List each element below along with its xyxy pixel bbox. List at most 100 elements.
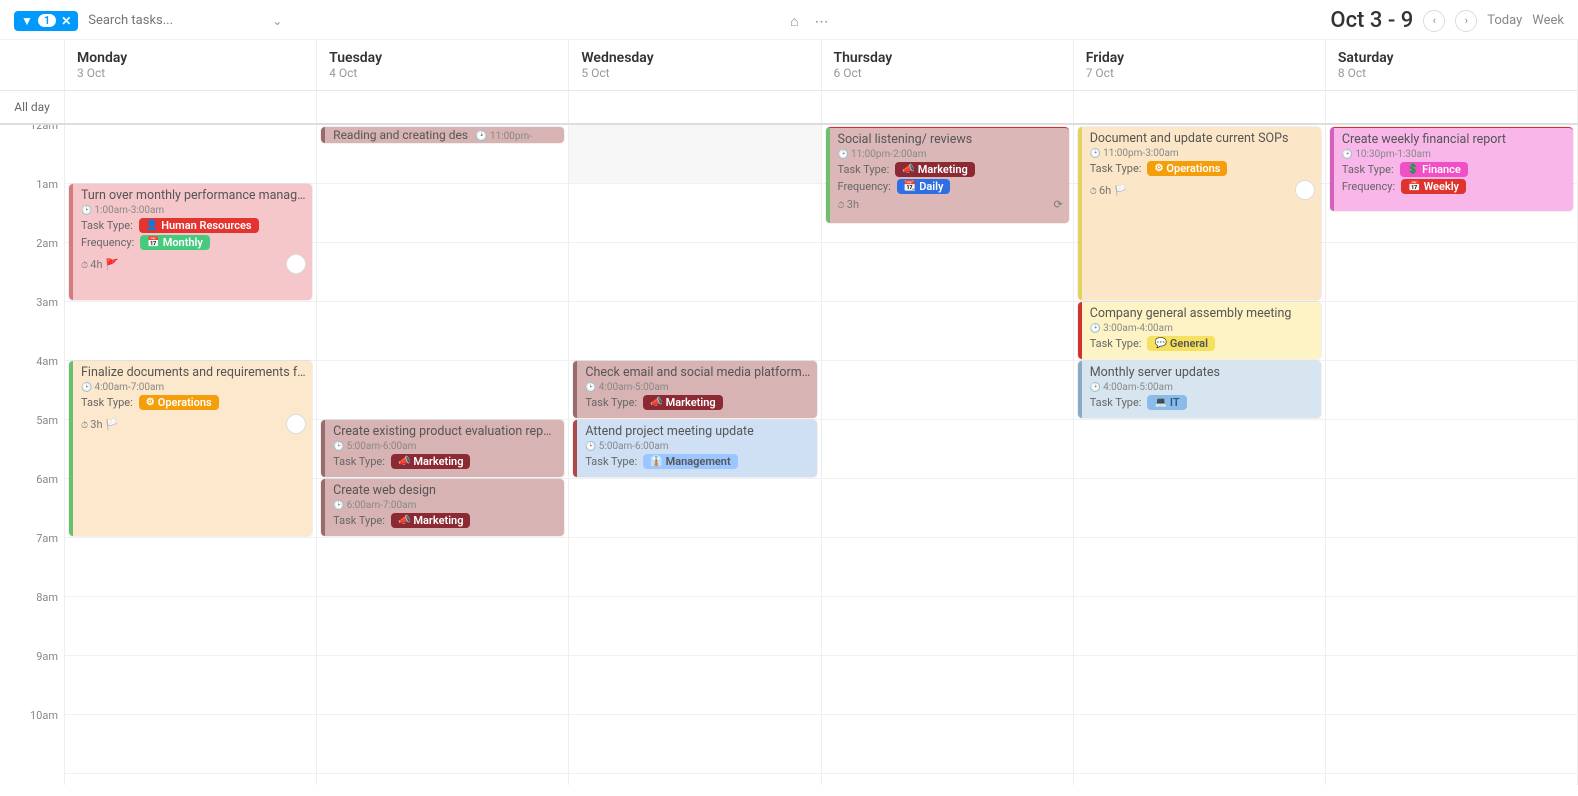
event-title: Monthly server updates bbox=[1090, 365, 1315, 380]
event-card[interactable]: Create weekly financial report 10:30pm-1… bbox=[1330, 127, 1573, 211]
event-time: 5:00am-6:00am bbox=[333, 441, 558, 452]
tag-general: 💬General bbox=[1147, 336, 1214, 351]
hour-label: 8am bbox=[36, 591, 58, 604]
event-card[interactable]: Attend project meeting update 5:00am-6:0… bbox=[573, 420, 816, 477]
tag-marketing: 📣Marketing bbox=[643, 395, 723, 410]
day-column-wednesday[interactable]: Check email and social media platforms u… bbox=[569, 125, 821, 785]
event-time: 1:00am-3:00am bbox=[81, 205, 306, 216]
event-card[interactable]: Turn over monthly performance management… bbox=[69, 184, 312, 300]
search-input[interactable] bbox=[88, 13, 268, 28]
recur-icon: ⟳ bbox=[1053, 198, 1062, 211]
allday-cell[interactable] bbox=[1074, 91, 1326, 123]
hour-label: 10am bbox=[30, 709, 58, 722]
allday-cell[interactable] bbox=[822, 91, 1074, 123]
event-card[interactable]: Check email and social media platforms u… bbox=[573, 361, 816, 418]
event-duration: 3h bbox=[838, 198, 860, 211]
day-of-week: Monday bbox=[77, 50, 304, 66]
day-column-monday[interactable]: Turn over monthly performance management… bbox=[65, 125, 317, 785]
event-card[interactable]: Create web design 6:00am-7:00am Task Typ… bbox=[321, 479, 564, 536]
event-time: 4:00am-5:00am bbox=[1090, 382, 1315, 393]
hour-label: 9am bbox=[36, 650, 58, 663]
event-title: Create web design bbox=[333, 483, 558, 498]
task-type-label: Task Type: bbox=[1342, 163, 1394, 176]
tag-finance: 💲Finance bbox=[1400, 162, 1468, 177]
top-right: Oct 3 - 9 ‹ › Today Week bbox=[1330, 8, 1564, 33]
event-time: 4:00am-5:00am bbox=[585, 382, 810, 393]
filter-chip[interactable]: ▼ 1 ✕ bbox=[14, 11, 78, 31]
more-icon[interactable]: ⋯ bbox=[815, 14, 829, 30]
tag-human-resources: 👤Human Resources bbox=[139, 218, 259, 233]
event-card[interactable]: Finalize documents and requirements for … bbox=[69, 361, 312, 536]
day-header[interactable]: Thursday6 Oct bbox=[822, 40, 1074, 90]
view-select[interactable]: Week bbox=[1532, 13, 1564, 28]
day-date: 3 Oct bbox=[77, 66, 304, 80]
avatar[interactable] bbox=[286, 254, 306, 274]
day-column-saturday[interactable]: Create weekly financial report 10:30pm-1… bbox=[1326, 125, 1578, 785]
task-type-label: Task Type: bbox=[81, 219, 133, 232]
task-type-label: Task Type: bbox=[585, 455, 637, 468]
funnel-icon: ▼ bbox=[21, 14, 33, 28]
task-type-label: Task Type: bbox=[81, 396, 133, 409]
allday-cell[interactable] bbox=[65, 91, 317, 123]
day-header[interactable]: Tuesday4 Oct bbox=[317, 40, 569, 90]
day-of-week: Tuesday bbox=[329, 50, 556, 66]
event-time: 4:00am-7:00am bbox=[81, 382, 306, 393]
event-card[interactable]: Social listening/ reviews 11:00pm-2:00am… bbox=[826, 127, 1069, 223]
event-duration: 4h bbox=[81, 258, 103, 271]
allday-cell[interactable] bbox=[569, 91, 821, 123]
day-of-week: Wednesday bbox=[581, 50, 808, 66]
hour-label: 3am bbox=[36, 296, 58, 309]
hour-label: 12am bbox=[30, 125, 58, 132]
day-date: 7 Oct bbox=[1086, 66, 1313, 80]
tag-operations: ⚙Operations bbox=[139, 395, 219, 410]
event-title: Company general assembly meeting bbox=[1090, 306, 1315, 321]
search-wrap: ⌄ bbox=[88, 13, 288, 28]
next-week-button[interactable]: › bbox=[1455, 10, 1477, 32]
day-header[interactable]: Friday7 Oct bbox=[1074, 40, 1326, 90]
chevron-down-icon[interactable]: ⌄ bbox=[272, 14, 282, 28]
tag-daily: 📆Daily bbox=[897, 179, 951, 194]
calendar-grid: Turn over monthly performance management… bbox=[65, 125, 1578, 785]
tag-marketing: 📣Marketing bbox=[895, 162, 975, 177]
avatar[interactable] bbox=[286, 414, 306, 434]
filter-count-badge: 1 bbox=[38, 14, 56, 27]
event-card[interactable]: Document and update current SOPs 11:00pm… bbox=[1078, 127, 1321, 300]
event-card[interactable]: Company general assembly meeting 3:00am-… bbox=[1078, 302, 1321, 359]
tag-marketing: 📣Marketing bbox=[391, 454, 471, 469]
day-date: 6 Oct bbox=[834, 66, 1061, 80]
allday-cell[interactable] bbox=[1326, 91, 1578, 123]
tag-it: 💻IT bbox=[1147, 395, 1186, 410]
event-time: 10:30pm-1:30am bbox=[1342, 149, 1567, 160]
task-type-label: Task Type: bbox=[333, 455, 385, 468]
allday-row: All day bbox=[0, 91, 1578, 125]
today-button[interactable]: Today bbox=[1487, 13, 1522, 28]
task-type-label: Task Type: bbox=[1090, 396, 1142, 409]
day-header-row: Monday3 Oct Tuesday4 Oct Wednesday5 Oct … bbox=[0, 40, 1578, 91]
event-card[interactable]: Create existing product evaluation repor… bbox=[321, 420, 564, 477]
allday-cell[interactable] bbox=[317, 91, 569, 123]
flag-icon: 🏳️ bbox=[105, 418, 119, 431]
day-column-thursday[interactable]: Social listening/ reviews 11:00pm-2:00am… bbox=[822, 125, 1074, 785]
day-date: 5 Oct bbox=[581, 66, 808, 80]
calendar-body: 12am 1am 2am 3am 4am 5am 6am 7am 8am 9am… bbox=[0, 125, 1578, 785]
home-icon[interactable]: ⌂ bbox=[790, 14, 798, 30]
close-icon[interactable]: ✕ bbox=[61, 14, 71, 28]
hour-label: 1am bbox=[36, 178, 58, 191]
day-header[interactable]: Saturday8 Oct bbox=[1326, 40, 1578, 90]
event-card[interactable]: Monthly server updates 4:00am-5:00am Tas… bbox=[1078, 361, 1321, 418]
prev-week-button[interactable]: ‹ bbox=[1423, 10, 1445, 32]
hours-column: 12am 1am 2am 3am 4am 5am 6am 7am 8am 9am… bbox=[0, 125, 65, 785]
day-header[interactable]: Wednesday5 Oct bbox=[569, 40, 821, 90]
event-title: Reading and creating des bbox=[333, 128, 468, 142]
day-column-friday[interactable]: Document and update current SOPs 11:00pm… bbox=[1074, 125, 1326, 785]
task-type-label: Task Type: bbox=[1090, 162, 1142, 175]
day-column-tuesday[interactable]: Reading and creating des 🕑 11:00pm-12:00… bbox=[317, 125, 569, 785]
event-card[interactable]: Reading and creating des 🕑 11:00pm-12:00… bbox=[321, 127, 564, 143]
allday-label: All day bbox=[0, 91, 65, 123]
event-time: 6:00am-7:00am bbox=[333, 500, 558, 511]
event-title: Create weekly financial report bbox=[1342, 132, 1567, 147]
frequency-label: Frequency: bbox=[81, 236, 134, 249]
avatar[interactable] bbox=[1295, 180, 1315, 200]
day-header[interactable]: Monday3 Oct bbox=[65, 40, 317, 90]
day-of-week: Friday bbox=[1086, 50, 1313, 66]
